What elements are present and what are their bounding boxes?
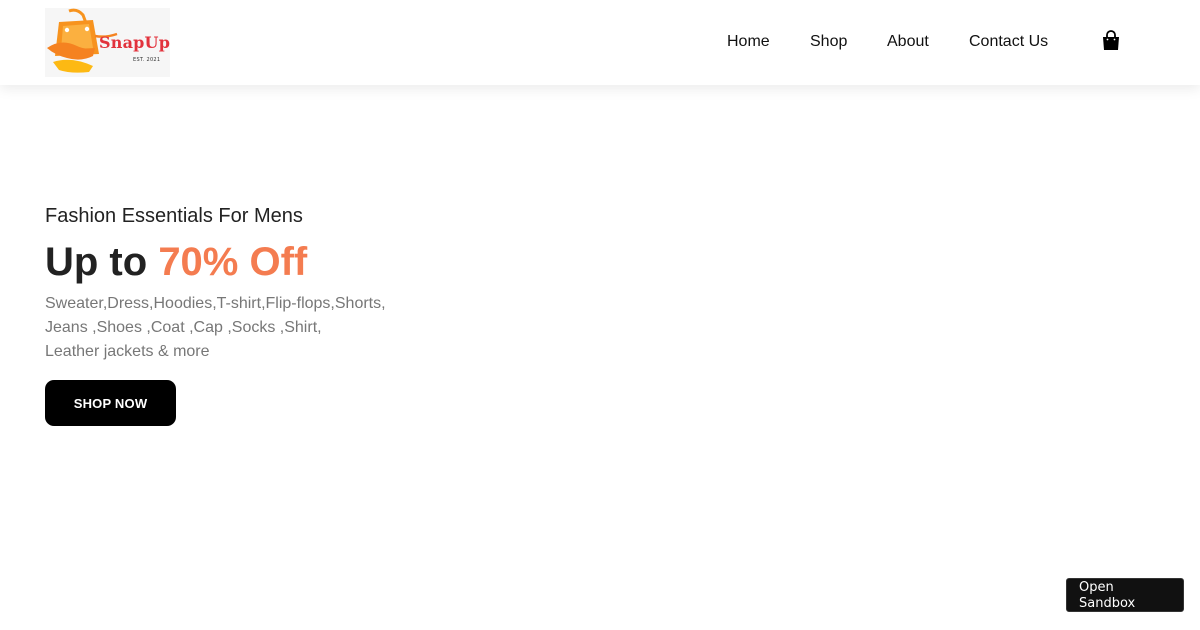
brand-logo[interactable]: SnapUp EST. 2021 [45, 8, 170, 77]
hero-description: Sweater,Dress,Hoodies,T-shirt,Flip-flops… [45, 292, 405, 364]
nav-link-contact[interactable]: Contact Us [969, 33, 1048, 51]
hero-description-line: Sweater,Dress,Hoodies,T-shirt,Flip-flops… [45, 295, 386, 312]
hero-description-line: Leather jackets & more [45, 343, 210, 360]
shop-now-button[interactable]: SHOP NOW [45, 380, 176, 426]
hero-title-discount: 70% Off [158, 240, 308, 284]
hero-title-prefix: Up to [45, 240, 159, 284]
logo-tagline: EST. 2021 [133, 57, 161, 63]
shopping-bag-icon [1103, 30, 1119, 50]
nav-link-about[interactable]: About [887, 33, 929, 51]
hero-title: Up to 70% Off [45, 239, 307, 285]
open-sandbox-button[interactable]: Open Sandbox [1066, 578, 1184, 612]
nav-link-shop[interactable]: Shop [810, 33, 847, 51]
hero-subtitle: Fashion Essentials For Mens [45, 205, 303, 227]
logo-brand-text: SnapUp [99, 33, 170, 52]
hero-description-line: Jeans ,Shoes ,Coat ,Cap ,Socks ,Shirt, [45, 319, 322, 336]
cart-button[interactable] [1101, 30, 1121, 52]
site-header: SnapUp EST. 2021 Home Shop About Contact… [0, 0, 1200, 85]
nav-link-home[interactable]: Home [727, 33, 770, 51]
